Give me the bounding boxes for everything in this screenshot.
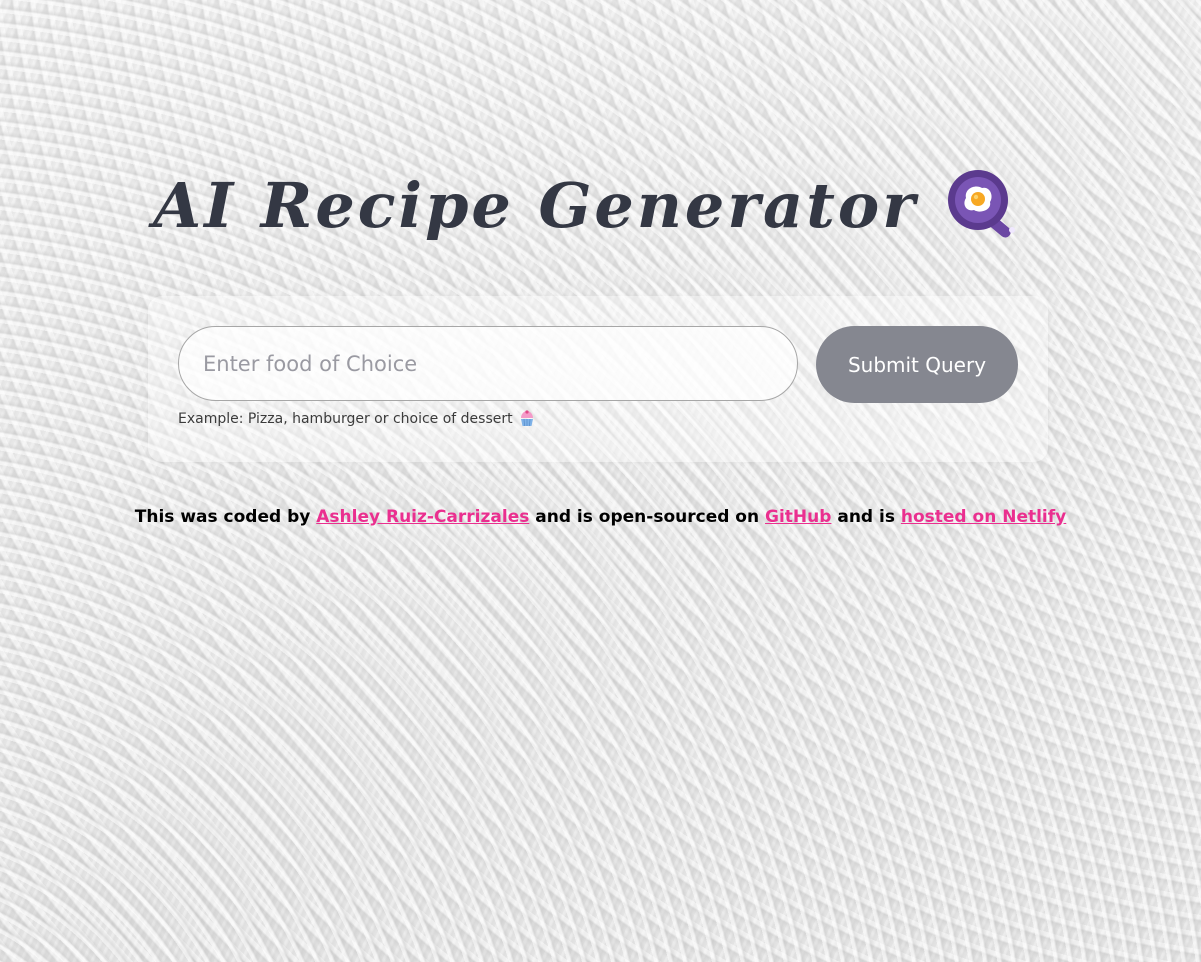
frying-pan-egg-icon [946, 170, 1020, 240]
food-input[interactable] [178, 326, 798, 401]
footer-prefix: This was coded by [134, 507, 311, 527]
footer-credits: This was coded by Ashley Ruiz-Carrizales… [0, 507, 1201, 527]
submit-button[interactable]: Submit Query [816, 326, 1018, 403]
hint-text: Example: Pizza, hamburger or choice of d… [178, 410, 513, 427]
page-title: AI Recipe Generator [153, 168, 918, 242]
cupcake-icon [519, 410, 535, 427]
netlify-link[interactable]: hosted on Netlify [901, 507, 1066, 527]
github-link[interactable]: GitHub [765, 507, 831, 527]
input-hint: Example: Pizza, hamburger or choice of d… [178, 410, 535, 427]
footer-middle-1: and is open-sourced on [535, 507, 760, 527]
query-card: Submit Query Example: Pizza, hamburger o… [148, 296, 1048, 462]
page-header: AI Recipe Generator [0, 155, 1201, 255]
author-link[interactable]: Ashley Ruiz-Carrizales [316, 507, 529, 527]
footer-middle-2: and is [837, 507, 895, 527]
